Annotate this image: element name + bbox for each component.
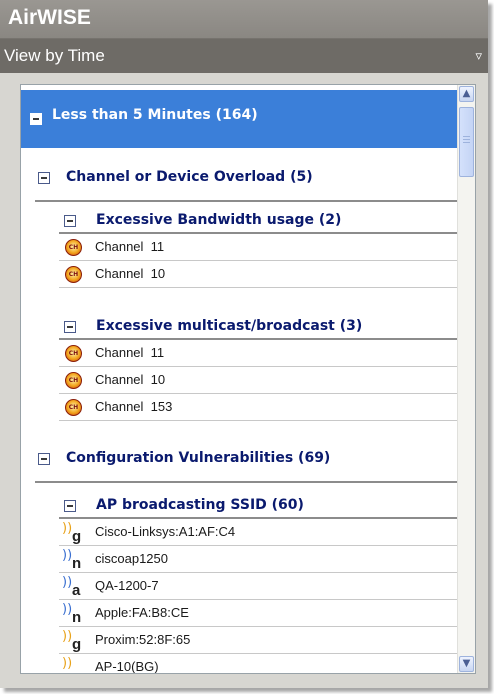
list-item[interactable]: )) g Cisco-Linksys:A1:AF:C4 [59,519,458,546]
list-item-label: Channel 10 [95,266,166,281]
list-item-label: Channel 11 [95,239,165,254]
divider [35,200,458,202]
list-item-label: Channel 11 [95,345,165,360]
list-item-label: ciscoap1250 [95,551,168,566]
view-selector[interactable]: View by Time ▿ [0,39,488,73]
view-selector-label: View by Time [4,46,105,65]
list-item-label: Cisco-Linksys:A1:AF:C4 [95,524,236,539]
tree-node-less-than-5-minutes[interactable]: Less than 5 Minutes (164) [21,90,458,148]
title-bar: AirWISE [0,0,488,39]
access-point-icon: )) g [62,629,82,653]
alert-tree[interactable]: Less than 5 Minutes (164) Channel or Dev… [20,84,476,674]
tree-node-configuration-vulnerabilities[interactable]: Configuration Vulnerabilities (69) [21,437,458,483]
vertical-scrollbar[interactable]: ▲ ▼ [457,85,475,673]
list-item[interactable]: CH Channel 11 [59,234,458,261]
list-item[interactable]: CH Channel 10 [59,261,458,288]
collapse-icon[interactable] [30,113,42,125]
list-item[interactable]: )) n Apple:FA:B8:CE [59,600,458,627]
list-item[interactable]: CH Channel 11 [59,340,458,367]
list-item-label: Apple:FA:B8:CE [95,605,189,620]
tree-node-channel-overload[interactable]: Channel or Device Overload (5) [21,156,458,202]
list-item-label: Channel 10 [95,372,166,387]
access-point-icon: )) n [62,602,82,626]
tree-node-excessive-bandwidth[interactable]: Excessive Bandwidth usage (2) [21,204,458,234]
list-item[interactable]: )) g Proxim:52:8F:65 [59,627,458,654]
access-point-icon: )) n [62,548,82,572]
tree-node-label: AP broadcasting SSID (60) [96,497,304,513]
app-title: AirWISE [8,6,91,29]
tree-node-label: Channel or Device Overload (5) [66,169,313,185]
access-point-icon: )) g [62,521,82,545]
channel-icon: CH [65,239,82,256]
access-point-icon: )) a [62,575,81,599]
list-item-label: Proxim:52:8F:65 [95,632,191,647]
collapse-icon[interactable] [64,500,76,512]
collapse-icon[interactable] [38,172,50,184]
list-item-label: Channel 153 [95,399,173,414]
tree-node-excessive-multicast[interactable]: Excessive multicast/broadcast (3) [21,310,458,340]
tree-node-ap-broadcasting-ssid[interactable]: AP broadcasting SSID (60) [21,489,458,519]
collapse-icon[interactable] [64,215,76,227]
tree-node-label: Excessive multicast/broadcast (3) [96,318,363,334]
scroll-up-button[interactable]: ▲ [459,86,474,102]
list-item[interactable]: CH Channel 10 [59,367,458,394]
list-item[interactable]: )) a QA-1200-7 [59,573,458,600]
channel-icon: CH [65,372,82,389]
divider [35,481,458,483]
scroll-down-button[interactable]: ▼ [459,656,474,672]
channel-icon: CH [65,266,82,283]
airwise-panel: AirWISE View by Time ▿ Less than 5 Minut… [0,0,488,688]
tree-node-label: Less than 5 Minutes (164) [52,107,258,123]
scroll-thumb[interactable] [459,107,474,177]
channel-icon: CH [65,345,82,362]
access-point-icon: )) [62,656,73,671]
collapse-icon[interactable] [64,321,76,333]
list-item-label: AP-10(BG) [95,659,159,674]
dropdown-arrow-icon[interactable]: ▿ [475,49,482,64]
tree-node-label: Configuration Vulnerabilities (69) [66,450,331,466]
channel-icon: CH [65,399,82,416]
list-item-label: QA-1200-7 [95,578,159,593]
tree-node-label: Excessive Bandwidth usage (2) [96,212,342,228]
list-item[interactable]: )) n ciscoap1250 [59,546,458,573]
list-item[interactable]: )) AP-10(BG) [59,654,458,674]
collapse-icon[interactable] [38,453,50,465]
list-item[interactable]: CH Channel 153 [59,394,458,421]
